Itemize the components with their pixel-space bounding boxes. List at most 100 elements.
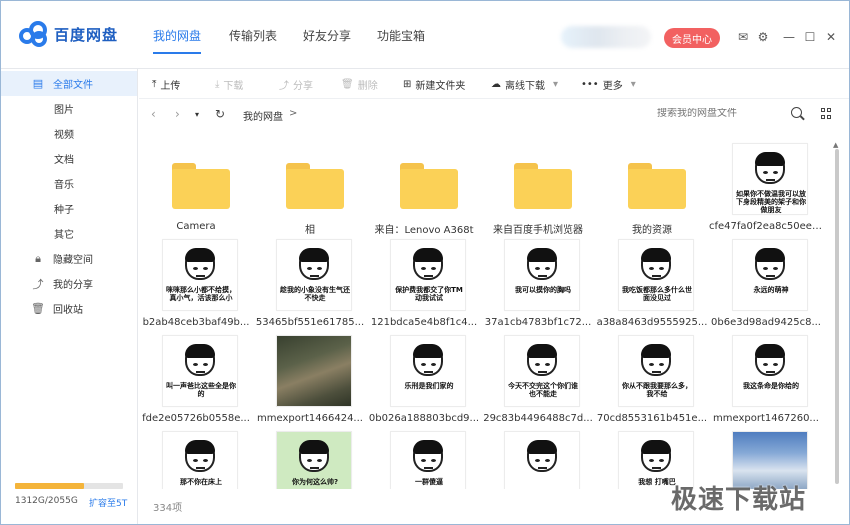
meme-caption: 乐刑是我们家的 (404, 382, 454, 390)
file-item[interactable]: mmexport1466424... (253, 329, 367, 425)
offline-download-button[interactable]: ☁ 离线下载 ▾ (491, 77, 562, 92)
meme-face-icon (641, 248, 671, 280)
sidebar-item-videos[interactable]: 视频 (1, 121, 137, 146)
folder-item[interactable]: 相 (253, 137, 367, 236)
search-icon[interactable] (791, 107, 802, 118)
file-item[interactable]: 我吃饭都那么多什么世面没见过 a38a8463d9555925... (595, 233, 709, 329)
gear-icon[interactable]: ⚙ (756, 30, 770, 44)
meme-face-icon (755, 344, 785, 376)
mail-icon[interactable]: ✉ (736, 30, 750, 44)
file-item[interactable]: 乐刑是我们家的 0b026a188803bcd9... (367, 329, 481, 425)
meme-face-icon (413, 344, 443, 376)
breadcrumb-separator: > (289, 108, 298, 119)
cloud-logo-icon (19, 21, 49, 47)
sidebar: ▤ 全部文件 图片 视频 文档 音乐 种子 其它 🔒︎ 隐藏空间 ⤴ 我的分享 (1, 69, 138, 524)
file-item[interactable]: 趁我的小象没有生气还不快走 53465bf551e61785... (253, 233, 367, 329)
tab-friend-share[interactable]: 好友分享 (303, 27, 351, 44)
sidebar-item-my-share[interactable]: ⤴ 我的分享 (1, 271, 137, 296)
file-item[interactable] (481, 425, 595, 489)
meme-face-icon (185, 248, 215, 280)
file-grid: Camera 相来自：Lenovo A368t 来自百度手机浏览器 我的资源 如果你不做… (139, 129, 833, 489)
image-thumbnail (276, 335, 352, 407)
meme-face-icon (299, 248, 329, 280)
download-button[interactable]: ⤓ 下载 (215, 77, 243, 92)
file-item[interactable]: 永远的萌神 0b6e3d98ad9425c8... (709, 233, 823, 329)
file-item[interactable]: 一群傻逼 (367, 425, 481, 489)
file-item[interactable]: 叫一声爸比这些全是你的 fde2e05726b0558e... (139, 329, 253, 425)
title-bar: 百度网盘 我的网盘 传输列表 好友分享 功能宝箱 会员中心 ✉ ⚙ — ☐ ✕ (1, 1, 849, 69)
file-name: 0b026a188803bcd9... (368, 413, 480, 424)
avatar[interactable] (561, 26, 651, 48)
meme-face-icon (527, 344, 557, 376)
file-item[interactable]: 咪咪那么小都不给摸，真小气，活该那么小 b2ab48ceb3baf49b... (139, 233, 253, 329)
storage-quota-bar (15, 483, 123, 489)
folder-item[interactable]: 来自百度手机浏览器 (481, 137, 595, 236)
back-icon[interactable]: ‹ (151, 107, 156, 121)
meme-caption: 那不你在床上 (180, 478, 222, 486)
maximize-icon[interactable]: ☐ (803, 30, 817, 44)
history-dropdown-icon[interactable]: ▾ (195, 110, 199, 119)
scroll-thumb[interactable] (835, 149, 839, 484)
folder-icon (400, 163, 458, 209)
folder-item[interactable]: Camera (139, 137, 253, 233)
delete-button[interactable]: 🗑︎ 删除 (341, 77, 378, 92)
more-button[interactable]: ••• 更多 ▾ (581, 77, 640, 92)
tab-toolbox[interactable]: 功能宝箱 (377, 27, 425, 44)
grid-view-icon[interactable] (821, 108, 832, 119)
vip-center-button[interactable]: 会员中心 (664, 28, 720, 48)
meme-caption: 永远的萌神 (753, 286, 789, 294)
sidebar-item-recycle-bin[interactable]: 🗑︎ 回收站 (1, 296, 137, 321)
sidebar-item-music[interactable]: 音乐 (1, 171, 137, 196)
file-name: fde2e05726b0558e... (142, 413, 250, 424)
meme-face-icon (755, 248, 785, 280)
file-item[interactable]: 今天不交完这个你们谁也不能走 29c83b4496488c7d... (481, 329, 595, 425)
folder-item[interactable]: 来自：Lenovo A368t (367, 137, 481, 236)
cloud-download-icon: ☁ (491, 79, 501, 90)
sidebar-item-images[interactable]: 图片 (1, 96, 137, 121)
upgrade-storage-link[interactable]: 扩容至5T (89, 496, 127, 509)
image-thumbnail: 那不你在床上 (162, 431, 238, 489)
trash-icon: 🗑︎ (341, 79, 354, 90)
sidebar-item-hidden-space[interactable]: 🔒︎ 隐藏空间 (1, 246, 137, 271)
close-icon[interactable]: ✕ (824, 30, 838, 44)
upload-icon: ⤒ (152, 79, 157, 90)
sidebar-item-all-files[interactable]: ▤ 全部文件 (1, 71, 137, 96)
file-item[interactable]: 我可以摸你的胸吗 37a1cb4783bf1c72... (481, 233, 595, 329)
image-thumbnail: 趁我的小象没有生气还不快走 (276, 239, 352, 311)
tab-my-disk[interactable]: 我的网盘 (153, 27, 202, 54)
breadcrumb[interactable]: 我的网盘 (243, 108, 283, 123)
meme-caption: 如果你不做温我可以放下身段精美的架子和你做朋友 (736, 190, 806, 214)
forward-icon[interactable]: › (175, 107, 180, 121)
file-item[interactable]: 你为何这么帅? (253, 425, 367, 489)
new-folder-button[interactable]: ⊞ 新建文件夹 (403, 77, 465, 92)
search-input[interactable] (657, 108, 787, 119)
file-item[interactable]: 我这条命是你给的 mmexport1467260... (709, 329, 823, 425)
file-item[interactable]: 如果你不做温我可以放下身段精美的架子和你做朋友 cfe47fa0f2ea8c50e… (709, 137, 823, 233)
meme-caption: 今天不交完这个你们谁也不能走 (508, 382, 578, 398)
sidebar-item-other[interactable]: 其它 (1, 221, 137, 246)
more-dots-icon: ••• (581, 79, 599, 90)
scrollbar[interactable]: ▲ (833, 141, 841, 491)
meme-caption: 咪咪那么小都不给摸，真小气，活该那么小 (166, 286, 236, 302)
file-item[interactable]: 那不你在床上 (139, 425, 253, 489)
folder-item[interactable]: 我的资源 (595, 137, 709, 236)
tab-transfers[interactable]: 传输列表 (229, 27, 277, 44)
file-name: 121bdca5e4b8f1c4... (370, 317, 478, 328)
image-thumbnail: 一群傻逼 (390, 431, 466, 489)
scroll-up-icon[interactable]: ▲ (833, 141, 838, 149)
file-item[interactable]: 你从不跟我要那么多，我不给 70cd8553161b451e... (595, 329, 709, 425)
share-button[interactable]: ⤴ 分享 (279, 77, 313, 92)
sidebar-item-documents[interactable]: 文档 (1, 146, 137, 171)
app-name: 百度网盘 (54, 25, 119, 44)
refresh-icon[interactable]: ↻ (215, 107, 225, 121)
image-thumbnail: 我可以摸你的胸吗 (504, 239, 580, 311)
app-logo: 百度网盘 (19, 21, 118, 47)
upload-button[interactable]: ⤒ 上传 (152, 77, 180, 92)
minimize-icon[interactable]: — (782, 30, 796, 44)
file-item[interactable]: 保护费我都交了你TM动我试试 121bdca5e4b8f1c4... (367, 233, 481, 329)
file-icon: ▤ (32, 77, 44, 90)
meme-face-icon (185, 344, 215, 376)
meme-caption: 趁我的小象没有生气还不快走 (280, 286, 350, 302)
sidebar-item-torrents[interactable]: 种子 (1, 196, 137, 221)
meme-face-icon (413, 440, 443, 472)
